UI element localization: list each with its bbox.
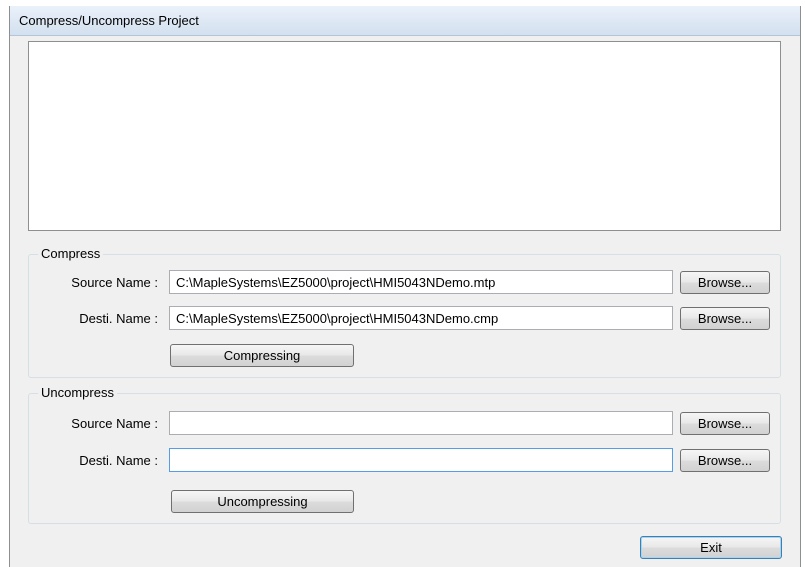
uncompress-source-field[interactable] xyxy=(169,411,673,435)
compress-source-label: Source Name : xyxy=(71,275,158,290)
uncompress-source-browse-button[interactable]: Browse... xyxy=(680,412,770,435)
uncompress-group-label: Uncompress xyxy=(38,385,117,400)
compress-source-field[interactable]: C:\MapleSystems\EZ5000\project\HMI5043ND… xyxy=(169,270,673,294)
window-title: Compress/Uncompress Project xyxy=(19,13,199,28)
compress-group-label: Compress xyxy=(38,246,104,261)
uncompressing-button[interactable]: Uncompressing xyxy=(171,490,354,513)
compress-dest-browse-button[interactable]: Browse... xyxy=(680,307,770,330)
compress-dest-field[interactable]: C:\MapleSystems\EZ5000\project\HMI5043ND… xyxy=(169,306,673,330)
compress-source-browse-button[interactable]: Browse... xyxy=(680,271,770,294)
compress-uncompress-dialog: Compress/Uncompress Project Compress Sou… xyxy=(9,6,801,567)
title-bar: Compress/Uncompress Project xyxy=(10,6,800,36)
uncompress-dest-label: Desti. Name : xyxy=(79,453,158,468)
exit-button[interactable]: Exit xyxy=(640,536,782,559)
uncompress-source-label: Source Name : xyxy=(71,416,158,431)
uncompress-group: Uncompress Source Name : Browse... Desti… xyxy=(28,385,781,524)
compressing-button[interactable]: Compressing xyxy=(170,344,354,367)
uncompress-dest-browse-button[interactable]: Browse... xyxy=(680,449,770,472)
uncompress-dest-field[interactable] xyxy=(169,448,673,472)
compress-dest-label: Desti. Name : xyxy=(79,311,158,326)
output-log-area[interactable] xyxy=(28,41,781,231)
compress-group: Compress Source Name : C:\MapleSystems\E… xyxy=(28,246,781,378)
